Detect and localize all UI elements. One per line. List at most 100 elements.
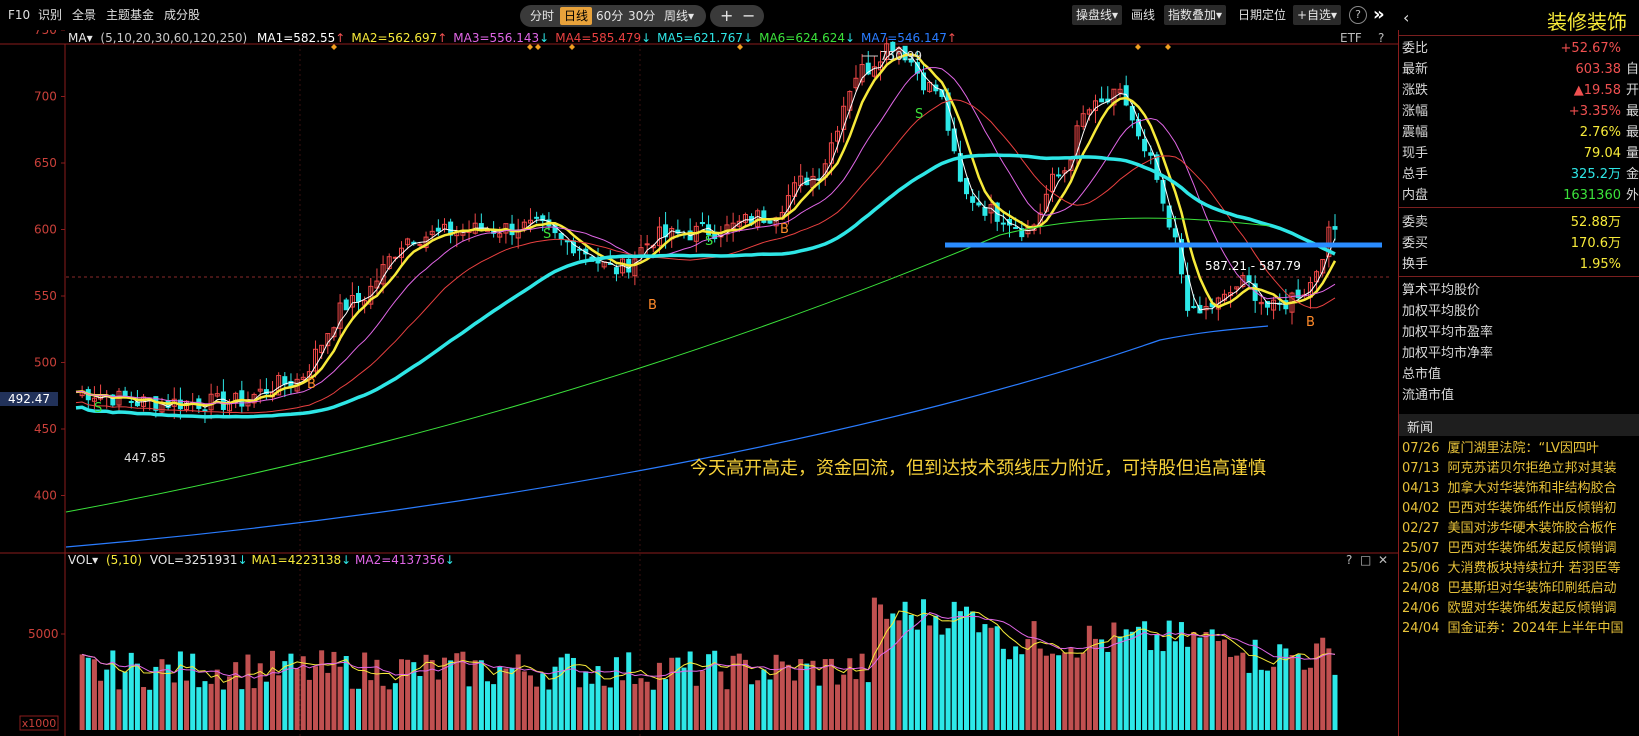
quote-value: 79.04 [1583, 146, 1621, 161]
news-item[interactable]: 24/06 欧盟对华装饰纸发起反倾销调 [1402, 598, 1639, 619]
tab-daily[interactable]: 日线 [560, 7, 593, 25]
volume-bar [1019, 654, 1025, 730]
quote-row: 换手 1.95% [1402, 254, 1639, 275]
volume-bar [589, 683, 595, 730]
news-item[interactable]: 24/08 巴基斯坦对华装饰印刷纸启动 [1402, 578, 1639, 599]
volume-bar [1191, 631, 1197, 730]
kline-chart[interactable]: 750 700 650 600 550 500 450 400 492.47 750.99 447.… [0, 30, 1398, 736]
news-item[interactable]: 04/13 加拿大对华装饰和非结构胶合 [1402, 478, 1639, 499]
volume-bar [153, 666, 159, 730]
period-selector: 分时 日线 60分 30分 周线▾ [520, 5, 706, 27]
volume-bar [607, 687, 613, 730]
volume-bar [202, 681, 208, 730]
metric-row[interactable]: 算术平均股价 [1402, 280, 1639, 301]
ma-help-icon[interactable]: ? [1378, 31, 1384, 45]
volume-bar [1148, 650, 1154, 730]
candle-body [134, 401, 140, 407]
vol-help-icon[interactable]: ? [1346, 553, 1352, 567]
zoom-out-button[interactable]: − [742, 6, 755, 25]
news-date: 25/06 [1402, 561, 1440, 576]
volume-bar [1203, 632, 1209, 730]
metric-row[interactable]: 加权平均市净率 [1402, 343, 1639, 364]
index-overlay-dropdown[interactable]: 指数叠加▾ [1164, 5, 1227, 25]
etf-label[interactable]: ETF [1340, 31, 1362, 45]
tab-intraday[interactable]: 分时 [526, 7, 558, 25]
add-watchlist-dropdown[interactable]: +自选▾ [1293, 5, 1342, 25]
metric-row[interactable]: 总市值 [1402, 364, 1639, 385]
news-item[interactable]: 07/26 厦门湖里法院：“LV因四叶 [1402, 438, 1639, 459]
news-date: 07/13 [1402, 461, 1440, 476]
volume-bar [171, 682, 177, 730]
candle-body [644, 243, 650, 246]
draw-line-button[interactable]: 画线 [1131, 6, 1155, 24]
quote-unit: 自 [1625, 62, 1639, 77]
candle-body [220, 391, 226, 410]
vol-legend: VOL▾ (5,10) VOL=3251931↓ MA1=4223138↓ MA… [68, 553, 455, 567]
f10-button[interactable]: F10 [8, 6, 30, 24]
news-header: 新闻 [1399, 414, 1639, 436]
metric-row[interactable]: 流通市值 [1402, 385, 1639, 406]
quote-row: 涨跌 ▲19.58 开 [1402, 80, 1639, 101]
volume-bar [313, 666, 319, 730]
volume-bar [964, 606, 970, 730]
quote-row: 委比 +52.67% [1402, 38, 1639, 59]
news-item[interactable]: 04/02 巴西对华装饰纸作出反倾销初 [1402, 498, 1639, 519]
signal-marker: B [307, 377, 316, 392]
volume-bar [368, 680, 374, 730]
trading-line-dropdown[interactable]: 操盘线▾ [1072, 5, 1123, 25]
zoom-in-button[interactable]: + [720, 6, 733, 25]
candle-body [1013, 227, 1019, 230]
news-item[interactable]: 24/04 国金证券：2024年上半年中国 [1402, 618, 1639, 639]
news-item[interactable]: 02/27 美国对涉华硬木装饰胶合板作 [1402, 518, 1639, 539]
ma-legend-item: MA2=562.697 [351, 31, 438, 45]
price-tick-label: 750 [34, 30, 57, 37]
news-headline: 大消费板块持续拉升 若羽臣等 [1447, 561, 1621, 576]
vol-menu-button[interactable]: VOL▾ [68, 553, 98, 567]
metric-row[interactable]: 加权平均股价 [1402, 301, 1639, 322]
news-item[interactable]: 25/07 巴西对华装饰纸发起反倾销调 [1402, 538, 1639, 559]
volume-bar [957, 611, 963, 730]
volume-bar [577, 687, 583, 730]
metric-label: 总市值 [1402, 367, 1442, 382]
candle-body [1099, 98, 1105, 103]
tab-30min[interactable]: 30分 [624, 7, 659, 25]
quote-value: ▲19.58 [1573, 83, 1621, 98]
volume-bar [1332, 674, 1338, 730]
news-item[interactable]: 25/06 大消费板块持续拉升 若羽臣等 [1402, 558, 1639, 579]
price-tick-label: 550 [34, 289, 57, 303]
volume-bar [1326, 648, 1332, 730]
quote-value: 603.38 [1575, 62, 1622, 77]
date-locate-button[interactable]: 日期定位 [1238, 6, 1286, 24]
candle-body [435, 227, 441, 232]
volume-bar [325, 672, 331, 730]
volume-bar [896, 620, 902, 730]
metric-row[interactable]: 加权平均市盈率 [1402, 322, 1639, 343]
vol-maximize-icon[interactable]: □ [1360, 553, 1371, 567]
vol-ma2-arrow: ↓ [444, 553, 455, 567]
volume-bar [699, 670, 705, 730]
constituents-button[interactable]: 成分股 [164, 6, 200, 24]
candle-body [558, 233, 564, 240]
volume-bar [718, 671, 724, 730]
tab-weekly[interactable]: 周线▾ [660, 7, 698, 25]
volume-bar [448, 660, 454, 730]
tab-60min[interactable]: 60分 [592, 7, 627, 25]
chevron-left-icon[interactable]: ‹ [1403, 8, 1409, 27]
ma-menu-button[interactable]: MA▾ [68, 31, 93, 45]
news-item[interactable]: 07/13 阿克苏诺贝尔拒绝立邦对其装 [1402, 458, 1639, 479]
quote-row: 内盘 1631360 外 [1402, 185, 1639, 206]
identify-button[interactable]: 识别 [38, 6, 62, 24]
volume-bar [190, 653, 196, 730]
question-icon[interactable]: ? [1349, 6, 1367, 24]
candle-body [970, 196, 976, 203]
volume-bar [785, 664, 791, 730]
vol-close-icon[interactable]: ✕ [1378, 553, 1388, 567]
ma-legend-arrow: ↓ [844, 31, 856, 45]
volume-bar [546, 689, 552, 730]
theme-fund-button[interactable]: 主题基金 [106, 6, 154, 24]
volume-bar [392, 683, 398, 730]
double-chevron-right-icon[interactable]: » [1373, 4, 1385, 25]
overview-button[interactable]: 全景 [72, 6, 96, 24]
volume-bar [1092, 638, 1098, 730]
signal-marker: B [648, 298, 657, 313]
